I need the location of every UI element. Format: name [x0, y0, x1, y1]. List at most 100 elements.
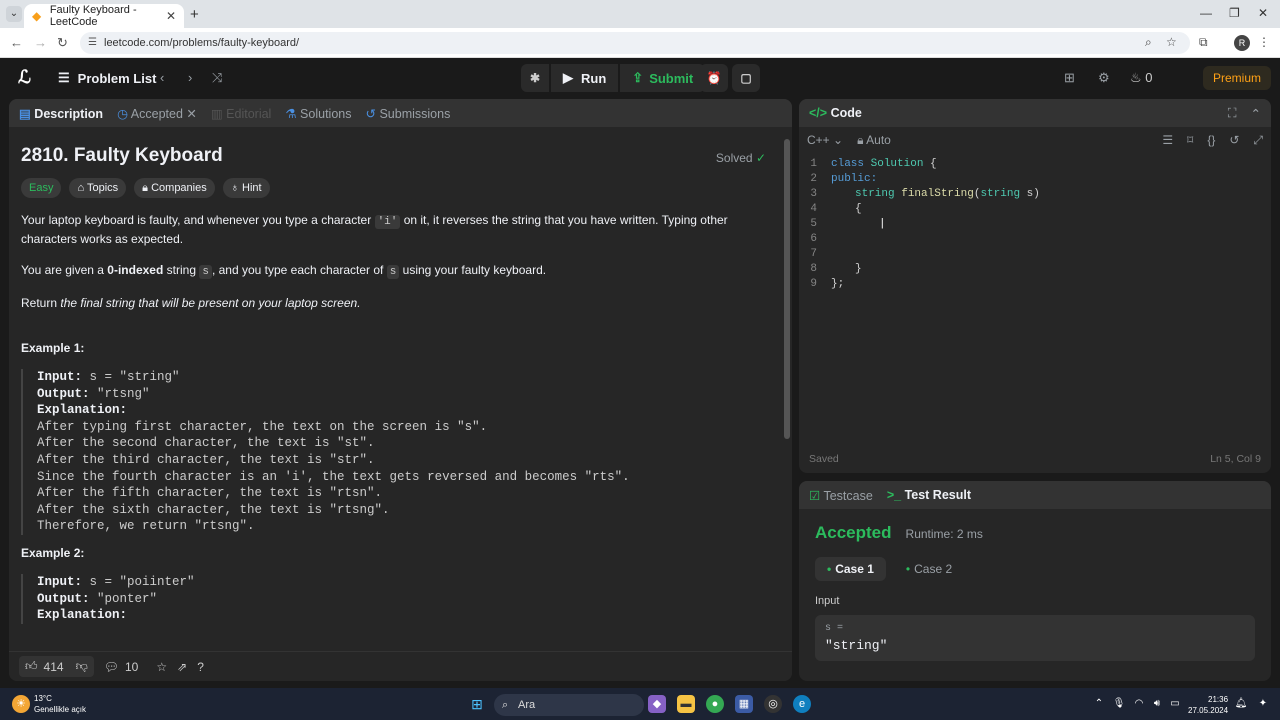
site-info-icon[interactable]: ☰	[88, 32, 97, 54]
file-explorer-icon[interactable]: ▬	[677, 695, 695, 713]
weather-widget[interactable]: 13°C Genellikle açık	[34, 693, 86, 715]
clock[interactable]: 21:36 27.05.2024	[1188, 694, 1228, 716]
shuffle-icon[interactable]: ⤨	[212, 70, 222, 86]
code-line: 8}	[799, 262, 1271, 277]
tab-test-result[interactable]: >_ Test Result	[887, 488, 971, 502]
profile-avatar[interactable]: R	[1234, 35, 1250, 51]
ex1-line: After the second character, the text is …	[37, 436, 375, 451]
copilot-icon[interactable]: ✦	[1254, 695, 1272, 713]
leetcode-navbar: ℒ ☰ Problem List ‹ › ⤨ ✱ ▶ Run ⇪ Submit ⏰ ▢…	[0, 58, 1280, 98]
editor-toolbar: C++ ⌄ 🔒︎ Auto ☰ ⌑ {} ↺ ⤢	[799, 127, 1271, 153]
chrome-icon[interactable]: ●	[706, 695, 724, 713]
problem-list-button[interactable]: ☰ Problem List	[58, 70, 156, 86]
tab-search-icon[interactable]: ⌄	[6, 6, 22, 22]
bookmark-star-icon[interactable]: ☆	[1166, 35, 1177, 49]
comments-button[interactable]: 💬︎ 10	[104, 660, 139, 674]
forward-icon[interactable]: →	[34, 35, 47, 50]
address-bar[interactable]: ☰ leetcode.com/problems/faulty-keyboard/	[80, 32, 1190, 54]
topics-tag[interactable]: ⌂ Topics	[69, 178, 127, 198]
prev-problem-icon[interactable]: ‹	[160, 70, 164, 85]
autocomplete-toggle[interactable]: 🔒︎ Auto	[857, 133, 891, 148]
close-window-icon[interactable]: ✕	[1258, 6, 1268, 20]
streak-counter[interactable]: ♨ 0	[1130, 70, 1153, 86]
like-button[interactable]: 👍︎ 414 👎︎	[19, 656, 94, 677]
p2-code-1: s	[199, 265, 212, 279]
braces-icon[interactable]: {}	[1207, 133, 1215, 147]
extensions-icon[interactable]: ⧉	[1199, 35, 1208, 50]
weather-icon[interactable]: ☀	[12, 695, 30, 713]
format-icon[interactable]: ☰	[1162, 133, 1173, 147]
help-icon[interactable]: ?	[197, 660, 204, 674]
browser-tab[interactable]: ◆ Faulty Keyboard - LeetCode ✕	[24, 4, 184, 28]
tray-chevron-icon[interactable]: ⌃	[1090, 695, 1108, 713]
tab-submissions[interactable]: ↺ Submissions	[365, 106, 450, 121]
leetcode-logo-icon[interactable]: ℒ	[18, 67, 31, 88]
ex1-input: s = "string"	[82, 370, 180, 384]
start-icon[interactable]: ⊞	[468, 695, 486, 713]
code-editor[interactable]: 1 class Solution { 2 public: 3 string final…	[799, 153, 1271, 292]
app-icon[interactable]: ▦	[735, 695, 753, 713]
collapse-up-icon[interactable]: ⌃	[1251, 106, 1261, 121]
run-button[interactable]: ▶ Run	[551, 64, 619, 92]
layout-icon[interactable]: ⊞	[1064, 70, 1075, 86]
settings-gear-icon[interactable]: ⚙	[1098, 70, 1110, 86]
case-2-tab[interactable]: • Case 2	[894, 557, 964, 581]
fullscreen-icon[interactable]: ⤢	[1253, 133, 1263, 148]
reload-icon[interactable]: ↻	[57, 35, 68, 51]
code-token: class	[831, 158, 865, 170]
favorite-star-icon[interactable]: ☆	[156, 660, 167, 674]
premium-button[interactable]: Premium	[1203, 66, 1272, 90]
tab-editorial[interactable]: ▥ Editorial	[211, 106, 271, 121]
description-scrollbar[interactable]	[784, 139, 790, 439]
notification-bell-icon[interactable]: 🔔︎	[1232, 695, 1250, 713]
problem-title[interactable]: 2810. Faulty Keyboard	[21, 146, 780, 165]
notes-icon[interactable]: ▢	[732, 64, 760, 92]
next-problem-icon[interactable]: ›	[188, 70, 192, 85]
ex2-explanation-label: Explanation:	[37, 608, 128, 623]
case-1-tab[interactable]: • Case 1	[815, 557, 886, 581]
close-tab-accepted-icon[interactable]: ✕	[186, 107, 196, 121]
submit-button[interactable]: ⇪ Submit	[620, 64, 706, 92]
lock-icon: 🔒︎	[857, 132, 864, 147]
taskbar-search[interactable]: ⌕ Ara	[494, 694, 644, 716]
share-icon[interactable]: ⇗	[177, 660, 187, 674]
ex1-input-label: Input:	[37, 370, 83, 384]
visual-studio-icon[interactable]: ◆	[648, 695, 666, 713]
tab-description[interactable]: ▤ Description	[19, 106, 103, 121]
app-icon-2[interactable]: ◎	[764, 695, 782, 713]
minimize-icon[interactable]: —	[1200, 6, 1212, 20]
close-tab-icon[interactable]: ✕	[166, 9, 176, 23]
battery-icon[interactable]: ▭	[1166, 695, 1184, 713]
maximize-icon[interactable]: ❐	[1229, 6, 1240, 20]
edge-icon[interactable]: e	[793, 695, 811, 713]
hint-tag[interactable]: ♁ Hint	[222, 178, 270, 198]
hint-label: Hint	[242, 182, 262, 194]
ex1-explanation-label: Explanation:	[37, 403, 128, 418]
new-tab-icon[interactable]: +	[190, 6, 199, 23]
language-select[interactable]: C++ ⌄	[807, 133, 843, 147]
bookmark-icon[interactable]: ⌑	[1187, 133, 1193, 147]
weather-text: Genellikle açık	[34, 705, 87, 714]
tab-accepted-label: Accepted	[130, 106, 183, 121]
tab-testcase[interactable]: ☑ Testcase	[809, 488, 873, 503]
tab-solutions[interactable]: ⚗ Solutions	[285, 106, 351, 121]
p2-text-c: string	[163, 263, 200, 277]
microphone-icon[interactable]: 🎙︎	[1110, 695, 1128, 713]
play-icon: ▶	[563, 70, 573, 85]
expand-icon[interactable]: ⛶	[1228, 106, 1237, 121]
zoom-icon[interactable]: ⌕	[1145, 35, 1152, 50]
timer-icon[interactable]: ⏰	[700, 64, 728, 92]
menu-icon[interactable]: ⋮	[1258, 35, 1270, 49]
debug-icon[interactable]: ✱	[521, 64, 549, 92]
wifi-icon[interactable]: ◠	[1130, 695, 1148, 713]
back-icon[interactable]: ←	[10, 35, 23, 50]
companies-tag[interactable]: 🔒︎ Companies	[134, 178, 215, 198]
code-line: 6	[799, 232, 1271, 247]
solved-badge: Solved ✓	[716, 151, 766, 165]
reset-icon[interactable]: ↺	[1229, 133, 1239, 147]
tab-accepted[interactable]: ◷ Accepted ✕	[117, 106, 197, 121]
thumbs-down-icon[interactable]: 👎︎	[76, 659, 88, 674]
volume-icon[interactable]: 🔊︎	[1148, 695, 1166, 713]
terminal-icon: >_	[886, 488, 902, 502]
saved-status: Saved	[809, 453, 839, 465]
